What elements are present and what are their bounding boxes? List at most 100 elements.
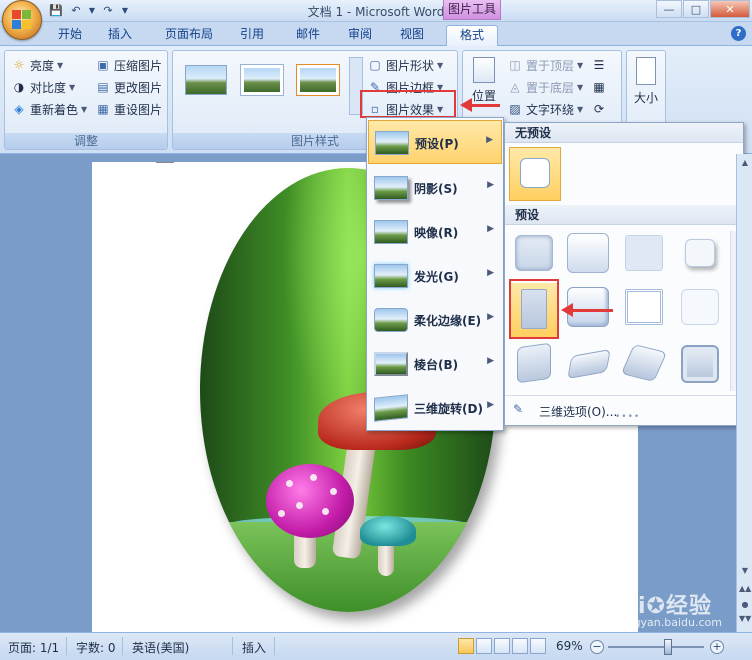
menu-item-shadow[interactable]: 阴影(S) ▶ bbox=[368, 166, 502, 210]
3d-options-item[interactable]: ✎ 三维选项(O)... •••• bbox=[505, 395, 743, 423]
style-thumbnail[interactable] bbox=[185, 65, 227, 95]
window-controls: — □ ✕ bbox=[656, 0, 750, 18]
contrast-button[interactable]: ◑ 对比度 ▼ bbox=[11, 77, 75, 97]
language-indicator[interactable]: 英语(美国) bbox=[132, 639, 189, 656]
bevel-icon bbox=[374, 352, 408, 376]
insert-mode[interactable]: 插入 bbox=[242, 639, 266, 656]
preset-option[interactable] bbox=[677, 341, 723, 385]
change-picture-icon: ▤ bbox=[97, 80, 109, 94]
group-objects-button[interactable]: ▦ bbox=[591, 77, 607, 97]
outline-view-button[interactable] bbox=[512, 638, 528, 654]
style-thumbnail[interactable] bbox=[240, 64, 284, 96]
preset-option[interactable] bbox=[621, 231, 667, 275]
shape-icon: ▢ bbox=[369, 58, 381, 72]
no-preset-swatch bbox=[520, 158, 550, 188]
preset-option[interactable] bbox=[565, 231, 611, 275]
menu-item-3d-rotation[interactable]: 三维旋转(D) ▶ bbox=[368, 386, 502, 430]
preset-option[interactable] bbox=[677, 285, 723, 329]
3d-options-icon: ✎ bbox=[513, 402, 524, 416]
picture-shape-button[interactable]: ▢ 图片形状 ▼ bbox=[367, 55, 443, 75]
shadow-icon bbox=[374, 176, 408, 200]
page-count[interactable]: 页面: 1/1 bbox=[8, 639, 59, 656]
reflection-icon bbox=[374, 220, 408, 244]
preset-option[interactable] bbox=[565, 341, 611, 385]
status-bar: 页面: 1/1 字数: 0 英语(美国) 插入 69% − + bbox=[0, 632, 752, 660]
word-count[interactable]: 字数: 0 bbox=[76, 639, 116, 656]
ribbon-tabs: 开始 插入 页面布局 引用 邮件 审阅 视图 格式 ? bbox=[0, 22, 752, 46]
zoom-out-icon[interactable]: − bbox=[590, 640, 604, 654]
preset-option[interactable] bbox=[511, 341, 557, 385]
tab-format[interactable]: 格式 bbox=[446, 25, 498, 46]
style-thumbnail[interactable] bbox=[296, 64, 340, 96]
recolor-button[interactable]: ◈ 重新着色 ▼ bbox=[11, 99, 87, 119]
pointer-arrow bbox=[460, 98, 500, 112]
compress-pictures-button[interactable]: ▣ 压缩图片 bbox=[95, 55, 162, 75]
tab-mailings[interactable]: 邮件 bbox=[288, 25, 328, 46]
group-label-adjust: 调整 bbox=[5, 133, 167, 149]
preset-option[interactable] bbox=[620, 341, 668, 385]
preset-option[interactable] bbox=[677, 231, 723, 275]
previous-page-icon[interactable]: ▲▲ bbox=[739, 584, 751, 593]
scroll-up-icon[interactable]: ▲ bbox=[739, 158, 751, 167]
browse-object-icon[interactable]: ● bbox=[739, 600, 751, 609]
margin-mark bbox=[156, 162, 174, 163]
reset-picture-button[interactable]: ▦ 重设图片 bbox=[95, 99, 162, 119]
office-button[interactable] bbox=[2, 0, 42, 40]
vertical-scrollbar[interactable]: ▲ ▼ ▲▲ ● ▼▼ bbox=[736, 154, 752, 632]
chevron-right-icon: ▶ bbox=[487, 268, 494, 278]
sun-icon: ☼ bbox=[13, 58, 25, 72]
menu-item-reflection[interactable]: 映像(R) ▶ bbox=[368, 210, 502, 254]
tab-review[interactable]: 审阅 bbox=[340, 25, 380, 46]
watermark-url: jingyan.baidu.com bbox=[620, 616, 722, 629]
picture-effects-menu: 预设(P) ▶ 阴影(S) ▶ 映像(R) ▶ 发光(G) ▶ 柔化边缘(E) … bbox=[366, 117, 504, 431]
chevron-right-icon: ▶ bbox=[487, 400, 494, 410]
preset-option[interactable] bbox=[621, 285, 667, 329]
tab-home[interactable]: 开始 bbox=[50, 25, 90, 46]
print-layout-view-button[interactable] bbox=[458, 638, 474, 654]
minimize-icon[interactable]: — bbox=[656, 0, 682, 18]
web-layout-view-button[interactable] bbox=[494, 638, 510, 654]
size-button[interactable]: 大小 bbox=[629, 57, 663, 117]
close-icon[interactable]: ✕ bbox=[710, 0, 750, 18]
tab-references[interactable]: 引用 bbox=[232, 25, 272, 46]
chevron-down-icon: ▼ bbox=[577, 82, 584, 92]
full-screen-view-button[interactable] bbox=[476, 638, 492, 654]
picture-pink-mushroom bbox=[266, 464, 354, 538]
picture-teal-mushroom bbox=[360, 516, 416, 546]
size-icon bbox=[636, 57, 656, 85]
preset-header: 预设 bbox=[505, 205, 743, 225]
change-picture-button[interactable]: ▤ 更改图片 bbox=[95, 77, 162, 97]
menu-item-glow[interactable]: 发光(G) ▶ bbox=[368, 254, 502, 298]
no-preset-option[interactable] bbox=[509, 147, 561, 201]
pointer-arrow bbox=[561, 303, 613, 317]
zoom-slider[interactable] bbox=[608, 646, 704, 648]
send-to-back-button[interactable]: ◬ 置于底层 ▼ bbox=[507, 77, 583, 97]
menu-item-soft-edges[interactable]: 柔化边缘(E) ▶ bbox=[368, 298, 502, 342]
draft-view-button[interactable] bbox=[530, 638, 546, 654]
soft-edges-icon bbox=[374, 308, 408, 332]
highlight-effects-button bbox=[360, 90, 456, 118]
menu-item-bevel[interactable]: 棱台(B) ▶ bbox=[368, 342, 502, 386]
bring-front-icon: ◫ bbox=[509, 58, 521, 72]
align-button[interactable]: ☰ bbox=[591, 55, 607, 75]
zoom-slider-thumb[interactable] bbox=[664, 639, 672, 655]
preset-option[interactable] bbox=[511, 231, 557, 275]
menu-item-preset[interactable]: 预设(P) ▶ bbox=[368, 120, 502, 164]
chevron-right-icon: ▶ bbox=[487, 356, 494, 366]
maximize-icon[interactable]: □ bbox=[683, 0, 709, 18]
scroll-down-icon[interactable]: ▼ bbox=[739, 566, 751, 575]
rotate-button[interactable]: ⟳ bbox=[591, 99, 607, 119]
next-page-icon[interactable]: ▼▼ bbox=[739, 614, 751, 623]
bring-to-front-button[interactable]: ◫ 置于顶层 ▼ bbox=[507, 55, 583, 75]
help-icon[interactable]: ? bbox=[731, 26, 746, 41]
tab-view[interactable]: 视图 bbox=[392, 25, 432, 46]
tab-page-layout[interactable]: 页面布局 bbox=[156, 25, 222, 46]
zoom-level[interactable]: 69% bbox=[556, 639, 583, 653]
tab-insert[interactable]: 插入 bbox=[100, 25, 140, 46]
brightness-button[interactable]: ☼ 亮度 ▼ bbox=[11, 55, 64, 75]
text-wrap-button[interactable]: ▨ 文字环绕 ▼ bbox=[507, 99, 583, 119]
chevron-right-icon: ▶ bbox=[487, 312, 494, 322]
resize-grip-icon[interactable]: •••• bbox=[615, 412, 640, 422]
zoom-in-icon[interactable]: + bbox=[710, 640, 724, 654]
contrast-icon: ◑ bbox=[13, 80, 25, 94]
